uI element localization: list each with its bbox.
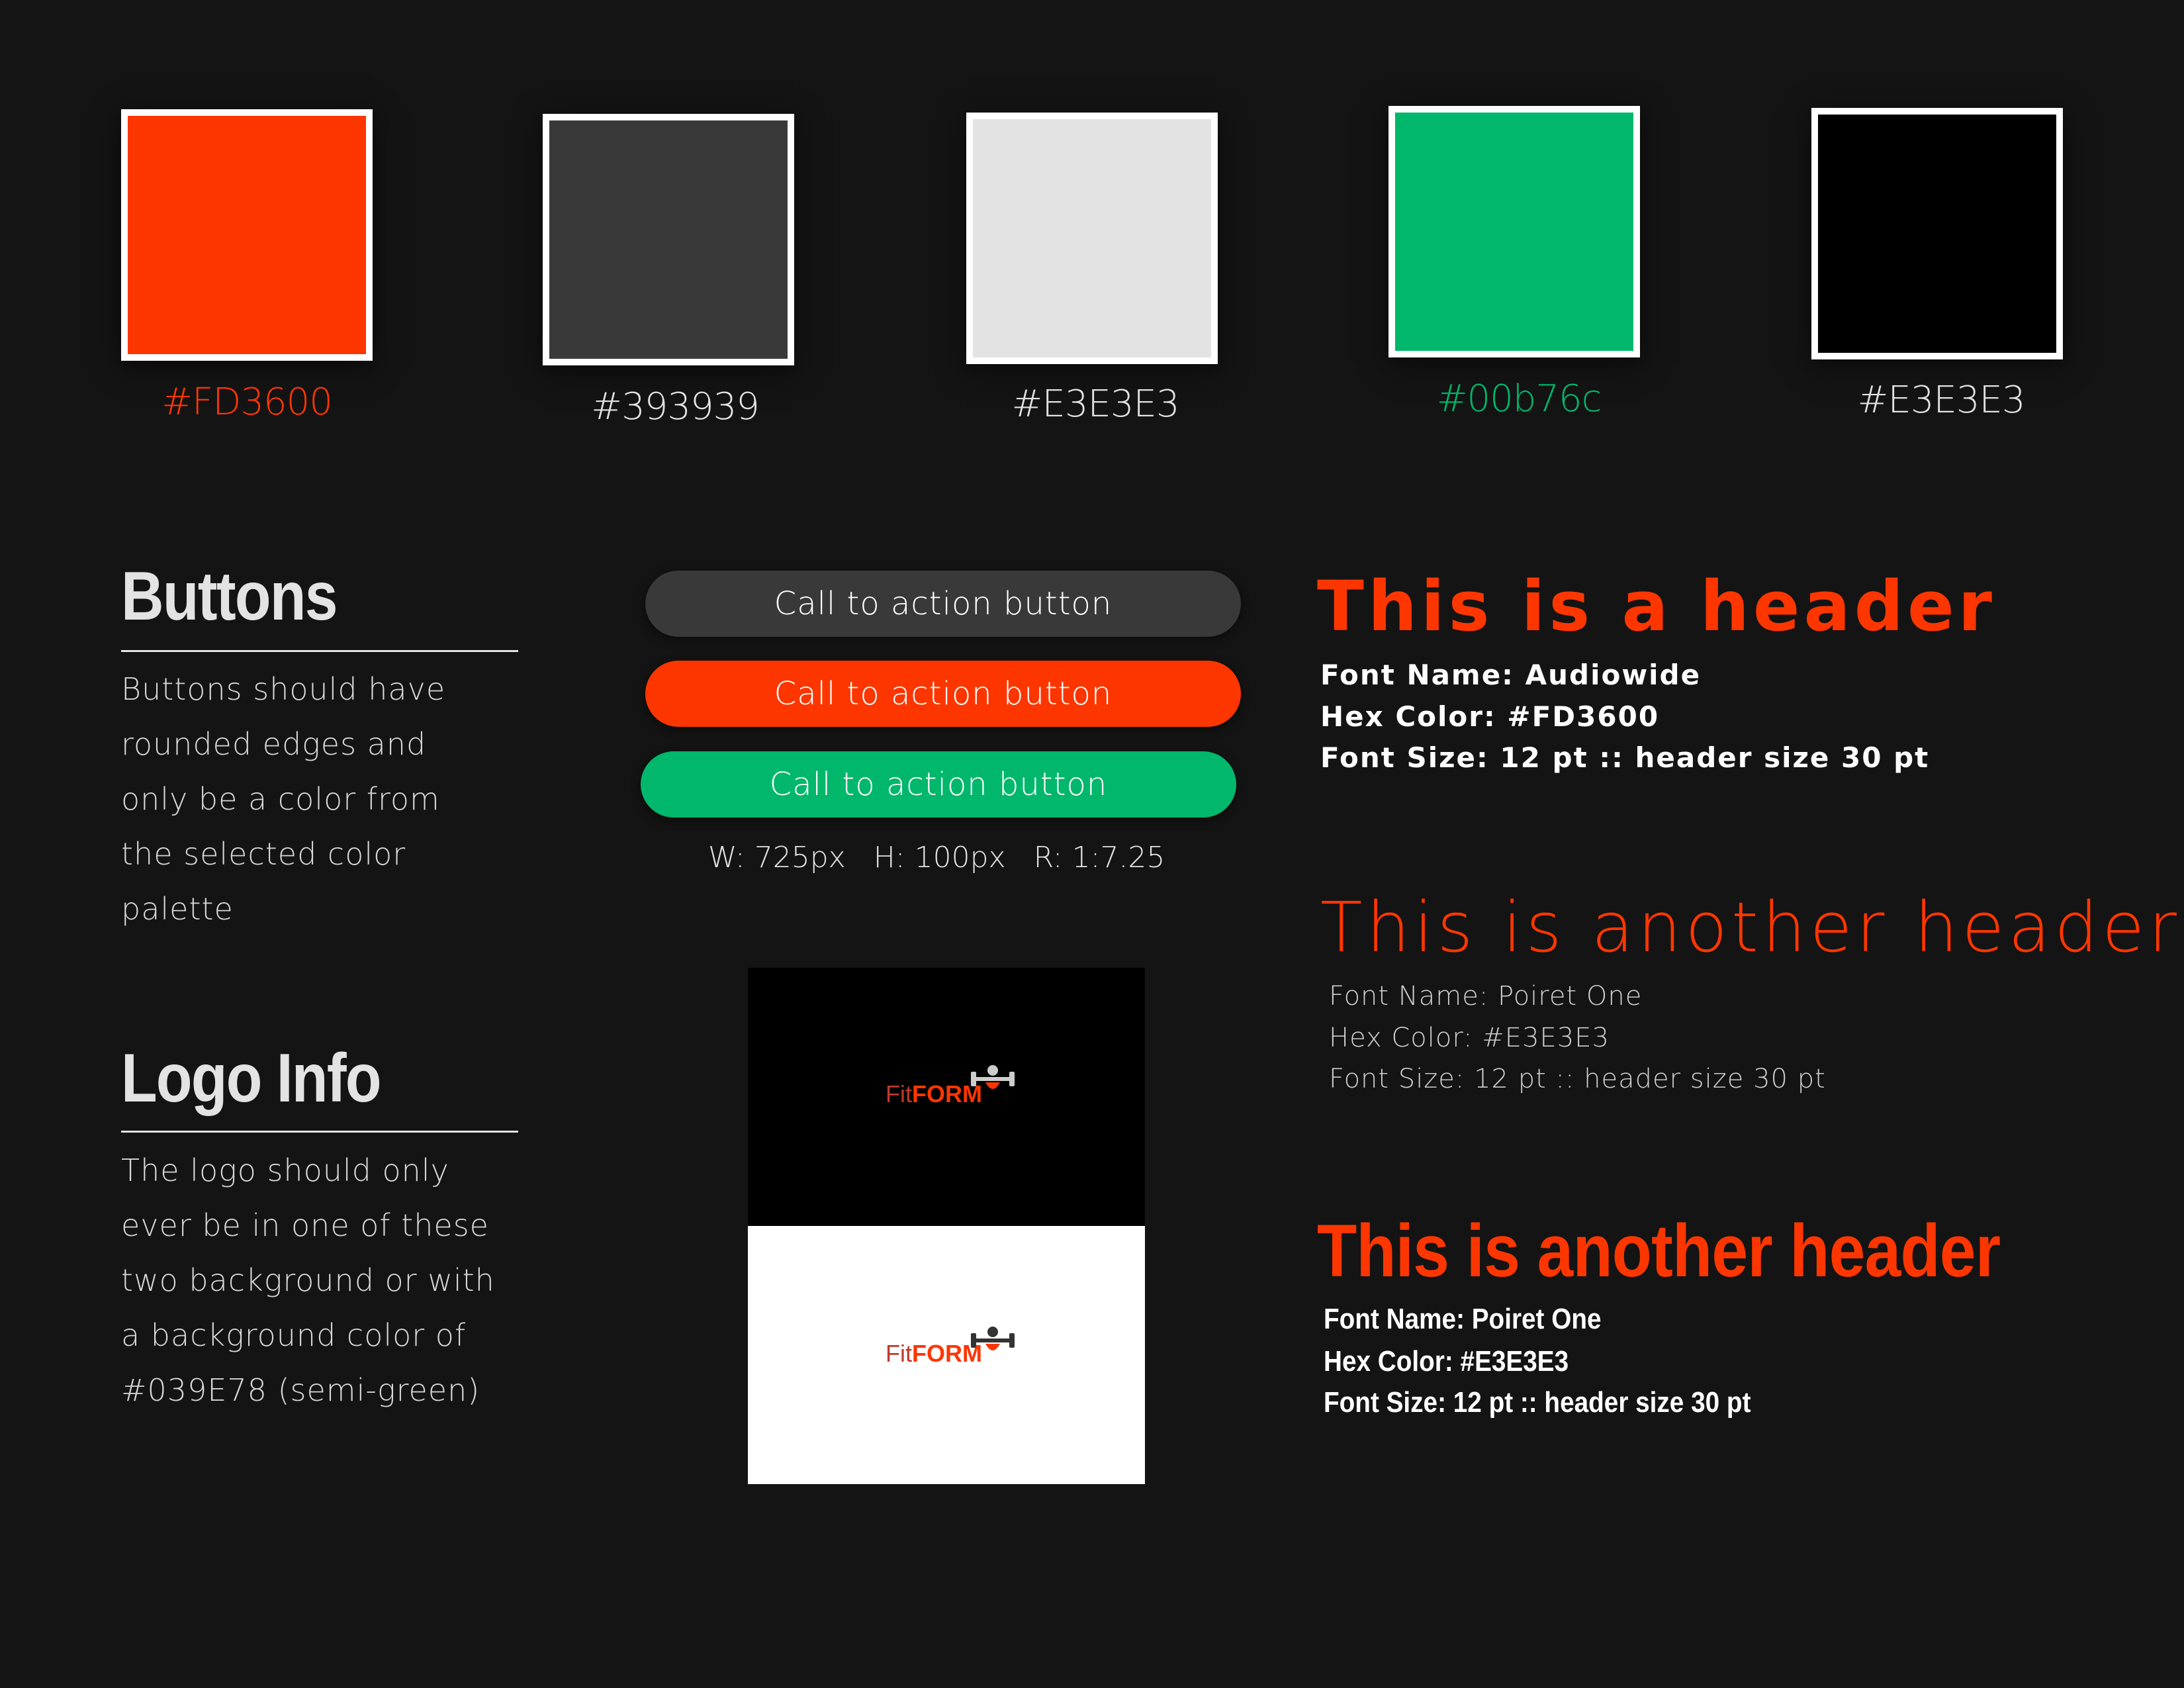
dumbbell-icon (971, 1065, 1015, 1089)
logo-section-title: Logo Info (121, 1040, 382, 1117)
button-width: W: 725px (708, 841, 846, 874)
header-sample-poiret: This is another header (1320, 887, 2181, 968)
header-sample-condensed: This is another header (1317, 1209, 2001, 1292)
button-height: H: 100px (873, 841, 1006, 874)
buttons-body-line: palette (121, 891, 234, 927)
swatch-black-label: #E3E3E3 (1857, 379, 2026, 422)
swatch-light-gray-label: #E3E3E3 (1011, 383, 1180, 426)
logo-fit-text: Fit (886, 1080, 912, 1107)
swatch-dark-gray (543, 114, 794, 365)
swatch-green (1388, 106, 1640, 357)
swatch-dark-gray-label: #393939 (591, 385, 760, 428)
logo-body-line: ever be in one of these (121, 1207, 489, 1243)
header1-font-name: Font Name: Audiowide (1320, 659, 1702, 691)
logo-section-body: The logo should only ever be in one of t… (121, 1143, 545, 1418)
logo-panel-white: Fit FORM (748, 1226, 1145, 1484)
header-sample-audiowide: This is a header (1317, 566, 1996, 647)
logo-section-divider (121, 1131, 518, 1133)
header3-hex-color: Hex Color: #E3E3E3 (1324, 1345, 1569, 1378)
header3-font-size: Font Size: 12 pt :: header size 30 pt (1324, 1386, 1751, 1419)
logo-body-line: two background or with (121, 1262, 495, 1298)
logo-on-white: Fit FORM (886, 1340, 982, 1368)
swatch-orange-label: #FD3600 (161, 381, 333, 424)
header1-hex-color: Hex Color: #FD3600 (1320, 700, 1660, 733)
logo-body-line: #039E78 (semi-green) (121, 1372, 480, 1408)
header2-hex-color: Hex Color: #E3E3E3 (1329, 1023, 1610, 1053)
swatch-black (1811, 108, 2063, 359)
buttons-section-body: Buttons should have rounded edges and on… (121, 662, 545, 937)
logo-panel-black: Fit FORM (748, 968, 1145, 1226)
dumbbell-icon (971, 1327, 1015, 1350)
button-dimensions: W: 725px H: 100px R: 1:7.25 (708, 841, 1193, 874)
buttons-body-line: the selected color (121, 836, 406, 872)
header2-font-name: Font Name: Poiret One (1329, 981, 1643, 1011)
buttons-section-divider (121, 650, 518, 652)
button-ratio: R: 1:7.25 (1033, 841, 1165, 874)
buttons-body-line: rounded edges and (121, 726, 427, 762)
logo-on-black: Fit FORM (886, 1080, 982, 1108)
buttons-body-line: only be a color from (121, 781, 440, 817)
cta-button-gray[interactable]: Call to action button (645, 571, 1241, 637)
logo-fit-text: Fit (886, 1340, 912, 1367)
header3-font-name: Font Name: Poiret One (1324, 1303, 1602, 1335)
logo-body-line: a background color of (121, 1317, 467, 1353)
buttons-body-line: Buttons should have (121, 671, 446, 707)
logo-body-line: The logo should only (121, 1152, 449, 1188)
cta-button-green[interactable]: Call to action button (641, 751, 1236, 818)
buttons-section-title: Buttons (121, 558, 338, 635)
header1-font-size: Font Size: 12 pt :: header size 30 pt (1320, 741, 1930, 774)
swatch-orange (121, 109, 373, 361)
swatch-light-gray (966, 113, 1218, 364)
cta-button-orange[interactable]: Call to action button (645, 661, 1241, 727)
header2-font-size: Font Size: 12 pt :: header size 30 pt (1329, 1064, 1826, 1094)
swatch-green-label: #00b76c (1436, 377, 1602, 420)
